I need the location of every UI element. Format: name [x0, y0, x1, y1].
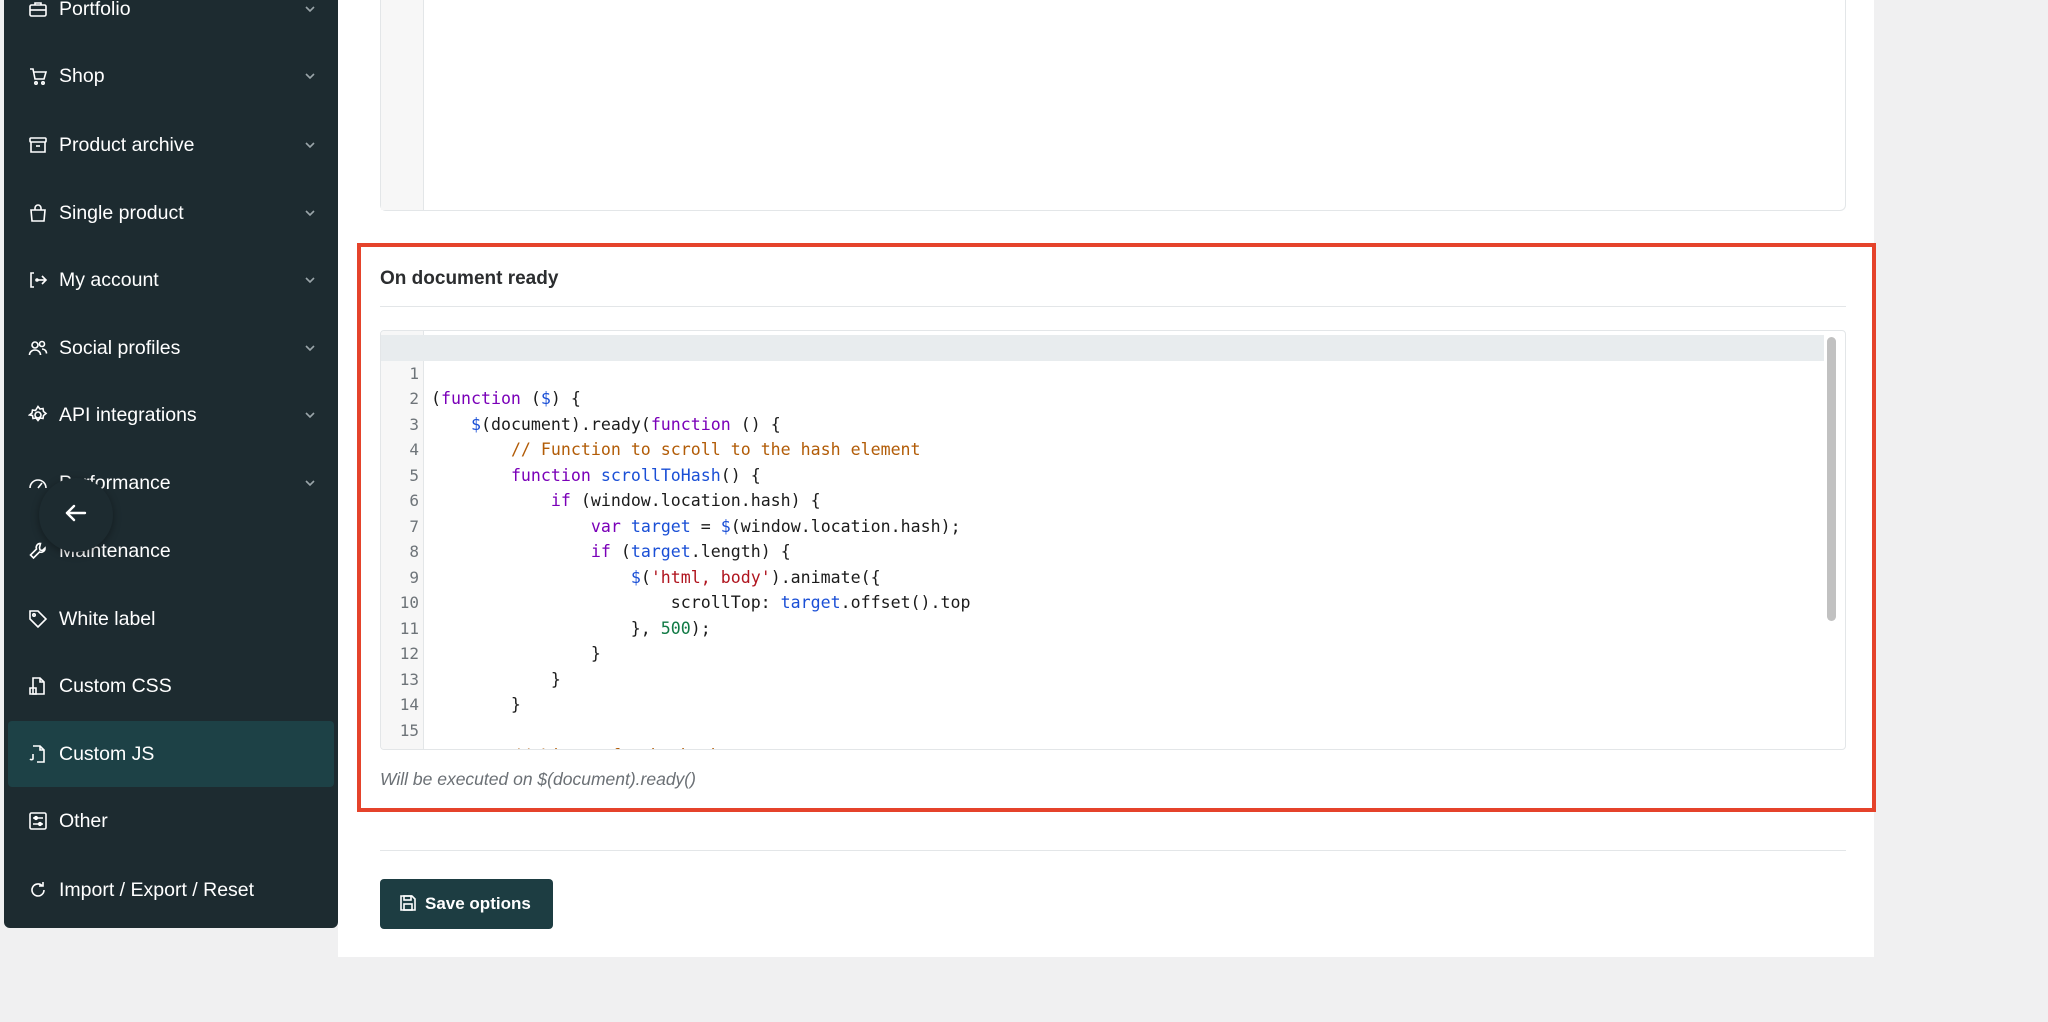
code-editor[interactable]: 1 (function ($) { 2 $(document).ready(fu… [380, 330, 1846, 750]
help-text: Will be executed on $(document).ready() [380, 769, 696, 789]
shopping-bag-icon [27, 202, 49, 224]
code-line[interactable]: 15 // Listen for hash changes [381, 692, 1824, 750]
sidebar-item-api-integrations[interactable]: API integrations [8, 382, 334, 448]
sidebar-item-custom-js[interactable]: Custom JS [8, 721, 334, 787]
section-title: On document ready [380, 268, 559, 289]
gear-icon [27, 404, 49, 426]
sidebar-item-label: My account [59, 268, 159, 291]
archive-icon [27, 134, 49, 156]
sidebar-item-label: Product archive [59, 133, 195, 156]
css-file-icon [27, 675, 49, 697]
chevron-down-icon [302, 407, 318, 423]
code-line[interactable]: 2 $(document).ready(function () { [381, 361, 1824, 434]
editor-gutter [381, 0, 424, 210]
code-line[interactable]: 3 // Function to scroll to the hash elem… [381, 386, 1824, 460]
user-login-icon [27, 269, 49, 291]
sidebar-item-label: Social profiles [59, 336, 181, 359]
code-text: // Listen for hash changes [431, 743, 771, 749]
chevron-down-icon [302, 272, 318, 288]
sidebar-item-label: Other [59, 809, 108, 832]
code-line[interactable]: 16 $(window).on('hashchange', function (… [381, 718, 1824, 749]
sidebar-item-my-account[interactable]: My account [8, 247, 334, 313]
code-line[interactable]: 6 var target = $(window.location.hash); [381, 463, 1824, 536]
code-line[interactable]: 1 (function ($) { [381, 335, 1824, 408]
divider [380, 850, 1846, 851]
sidebar-item-label: Import / Export / Reset [59, 878, 255, 901]
divider [380, 306, 1846, 307]
code-line[interactable]: 14 [381, 667, 1824, 714]
save-button-label: Save options [425, 894, 531, 913]
tag-icon [27, 608, 49, 630]
sidebar-item-shop[interactable]: Shop [8, 43, 334, 109]
cart-icon [27, 65, 49, 87]
floppy-disk-icon [399, 894, 419, 914]
sliders-icon [27, 810, 49, 832]
chevron-down-icon [302, 137, 318, 153]
code-line[interactable]: 10 }, 500); [381, 565, 1824, 638]
sidebar-item-label: API integrations [59, 403, 197, 426]
wrench-icon [27, 540, 49, 562]
previous-code-editor[interactable] [380, 0, 1846, 211]
users-icon [27, 337, 49, 359]
code-line[interactable]: 11 } [381, 590, 1824, 664]
sidebar-item-product-archive[interactable]: Product archive [8, 112, 334, 178]
code-line[interactable]: 13 } [381, 641, 1824, 715]
arrow-left-icon [62, 499, 90, 532]
line-number: 16 [381, 743, 419, 749]
sidebar-item-label: Custom CSS [59, 674, 172, 697]
js-file-icon [27, 743, 49, 765]
chevron-down-icon [302, 1, 318, 17]
collapse-sidebar-button[interactable] [39, 478, 113, 552]
code-line[interactable]: 5 if (window.location.hash) { [381, 437, 1824, 511]
chevron-down-icon [302, 475, 318, 491]
chevron-down-icon [302, 68, 318, 84]
sidebar-item-label: Portfolio [59, 0, 131, 20]
sidebar-item-single-product[interactable]: Single product [8, 180, 334, 246]
sidebar-item-custom-css[interactable]: Custom CSS [8, 653, 334, 719]
save-options-button[interactable]: Save options [380, 879, 553, 929]
sidebar-item-social-profiles[interactable]: Social profiles [8, 315, 334, 381]
briefcase-icon [27, 0, 49, 20]
speedometer-icon [27, 472, 49, 494]
code-line[interactable]: 4 function scrollToHash() { [381, 412, 1824, 485]
sidebar-item-label: White label [59, 607, 156, 630]
sidebar: Portfolio Shop Product archive Single pr… [4, 0, 338, 928]
code-line[interactable]: 7 if (target.length) { [381, 488, 1824, 562]
sidebar-item-white-label[interactable]: White label [8, 586, 334, 652]
code-line[interactable]: 8 $('html, body').animate({ [381, 514, 1824, 587]
sidebar-item-portfolio[interactable]: Portfolio [8, 0, 334, 42]
chevron-down-icon [302, 205, 318, 221]
sidebar-item-label: Single product [59, 201, 184, 224]
chevron-down-icon [302, 340, 318, 356]
sidebar-item-label: Custom JS [59, 742, 155, 765]
sidebar-item-other[interactable]: Other [8, 788, 334, 854]
sidebar-item-label: Shop [59, 64, 105, 87]
code-line[interactable]: 12 } [381, 616, 1824, 689]
sidebar-item-import-export-reset[interactable]: Import / Export / Reset [8, 857, 334, 923]
code-line[interactable]: 9 scrollTop: target.offset().top [381, 539, 1824, 613]
refresh-icon [27, 879, 49, 901]
editor-scrollbar[interactable] [1827, 337, 1836, 621]
